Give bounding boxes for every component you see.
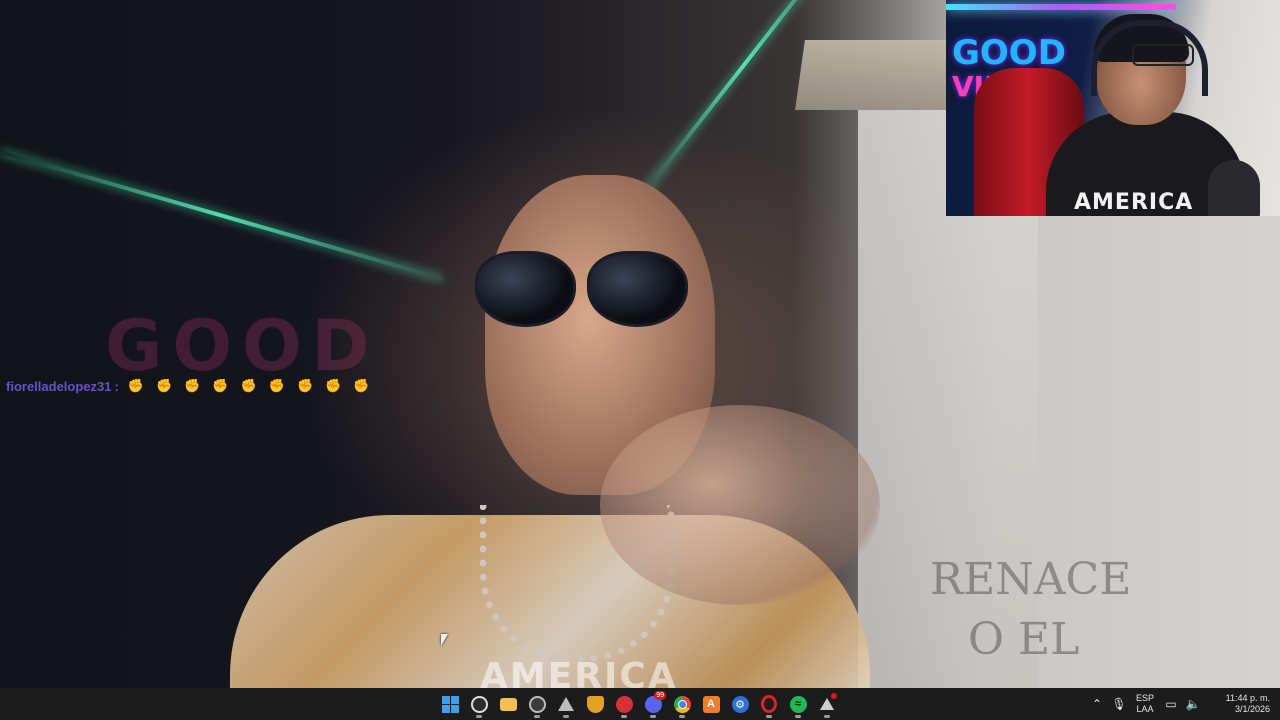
app-button-5[interactable]: A <box>697 690 725 718</box>
shirt-overlay-text: AMERICA <box>480 656 678 688</box>
app-button-3[interactable] <box>581 690 609 718</box>
app-button-1[interactable] <box>523 690 551 718</box>
taskbar: 99 A ⚙ ≈ ⌃ 🎙 ESP LAA ▭ 🔈 11:44 p. m. 3/1… <box>0 688 1280 720</box>
spotify-icon: ≈ <box>789 695 807 713</box>
chat-username: fiorelladelopez31 <box>6 378 112 394</box>
chat-message: fiorelladelopez31 : ✊✊✊✊✊✊✊✊✊ <box>6 378 382 394</box>
wall-text-line-1: RENACE <box>930 554 1132 605</box>
webcam-shirt-text: AMERICA <box>1074 190 1194 215</box>
chevron-up-icon: ⌃ <box>1091 697 1103 711</box>
language-indicator[interactable]: ESP LAA <box>1130 693 1160 715</box>
chat-emojis: ✊✊✊✊✊✊✊✊✊ <box>127 378 382 393</box>
language-line-2: LAA <box>1136 704 1154 714</box>
webcam-logo-line-1: GOOD <box>952 33 1066 73</box>
file-explorer-button[interactable] <box>494 690 522 718</box>
spotify-button[interactable]: ≈ <box>784 690 812 718</box>
chat-separator: : <box>114 378 119 394</box>
obs-icon <box>470 695 488 713</box>
system-tray: ⌃ 🎙 ESP LAA ▭ 🔈 11:44 p. m. 3/1/2026 <box>1086 688 1280 720</box>
sunglasses <box>475 245 690 327</box>
triangle-icon <box>558 697 574 711</box>
webcam-overlay: GOOD VIBES AMERICA <box>946 0 1280 216</box>
microphone <box>1208 160 1260 216</box>
obs-button[interactable] <box>465 690 493 718</box>
app-button-4[interactable] <box>610 690 638 718</box>
clock-date: 3/1/2026 <box>1234 704 1270 714</box>
shield-icon <box>586 695 604 713</box>
opera-icon <box>761 695 777 713</box>
discord-button[interactable]: 99 <box>639 690 667 718</box>
chrome-button[interactable] <box>668 690 696 718</box>
app-button-7[interactable] <box>813 690 841 718</box>
opera-button[interactable] <box>755 690 783 718</box>
windows-icon <box>441 695 459 713</box>
microphone-icon: 🎙 <box>1111 697 1127 711</box>
clock[interactable]: 11:44 p. m. 3/1/2026 <box>1204 693 1280 715</box>
performer <box>230 175 880 688</box>
notification-dot <box>831 693 837 699</box>
target-icon <box>615 695 633 713</box>
show-hidden-icons-button[interactable]: ⌃ <box>1086 690 1108 718</box>
sunglasses-lens-right <box>587 251 688 327</box>
network-button[interactable]: ▭ <box>1160 690 1182 718</box>
aperture-icon <box>528 695 546 713</box>
chrome-icon <box>673 695 691 713</box>
monitor-icon: ▭ <box>1165 697 1177 711</box>
notification-badge: 99 <box>654 691 666 700</box>
a-logo-icon: A <box>702 695 720 713</box>
wall-text-line-2: O EL <box>968 614 1080 665</box>
app-button-2[interactable] <box>552 690 580 718</box>
start-button[interactable] <box>436 690 464 718</box>
sunglasses-lens-left <box>475 251 576 327</box>
taskbar-apps: 99 A ⚙ ≈ <box>436 688 841 720</box>
folder-icon <box>499 697 517 711</box>
hand-overlay <box>600 405 880 605</box>
speaker-icon: 🔈 <box>1185 697 1201 711</box>
microphone-button[interactable]: 🎙 <box>1108 690 1130 718</box>
clock-time: 11:44 p. m. <box>1225 693 1270 703</box>
volume-button[interactable]: 🔈 <box>1182 690 1204 718</box>
mouse-cursor-icon <box>441 634 448 646</box>
language-line-1: ESP <box>1135 693 1154 703</box>
pillar-cap <box>795 40 955 110</box>
streamer-glasses <box>1132 44 1194 66</box>
app-button-6[interactable]: ⚙ <box>726 690 754 718</box>
up-arrow-icon <box>820 698 834 710</box>
webcam-neon-light <box>946 4 1176 10</box>
wall-text: RENACE O EL <box>930 550 1131 670</box>
gear-icon: ⚙ <box>731 695 749 713</box>
